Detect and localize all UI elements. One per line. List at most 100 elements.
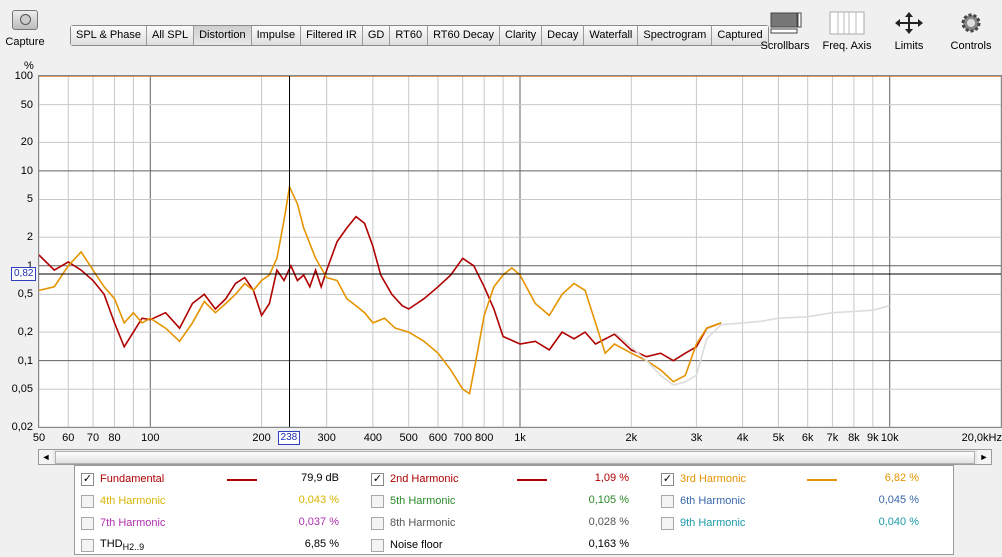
legend-item[interactable]: Noise floor bbox=[371, 534, 443, 556]
x-tick-label: 5k bbox=[772, 432, 785, 444]
tab-impulse[interactable]: Impulse bbox=[251, 26, 302, 45]
horizontal-scrollbar[interactable]: ◄ ► bbox=[38, 449, 992, 465]
y-tick-label: 0,1 bbox=[17, 354, 33, 367]
x-tick-label: 10k bbox=[880, 432, 899, 444]
legend-label: 5th Harmonic bbox=[390, 495, 456, 507]
x-tick-label: 60 bbox=[62, 432, 75, 444]
toolbar-right: Scrollbars Freq. Axis Limits Controls bbox=[754, 10, 1002, 52]
legend-value: 6,82 % bbox=[884, 472, 919, 484]
legend-checkbox[interactable]: ✓ bbox=[81, 472, 94, 486]
legend-checkbox[interactable] bbox=[371, 494, 384, 508]
tab-rt60[interactable]: RT60 bbox=[390, 26, 429, 45]
x-tick-label: 70 bbox=[86, 432, 100, 444]
legend-checkbox[interactable] bbox=[81, 538, 94, 552]
tab-filtered-ir[interactable]: Filtered IR bbox=[301, 26, 363, 45]
legend-value: 0,043 % bbox=[298, 494, 339, 506]
legend-swatch bbox=[807, 479, 837, 481]
tab-decay[interactable]: Decay bbox=[542, 26, 585, 45]
x-tick-label: 2k bbox=[625, 432, 638, 444]
tab-all-spl[interactable]: All SPL bbox=[147, 26, 195, 45]
x-tick-label: 6k bbox=[801, 432, 814, 444]
trace-legend: ✓ Fundamental 79,9 dB ✓ 2nd Harmonic 1,09 % ✓ 3… bbox=[74, 465, 954, 555]
freq-axis-icon bbox=[816, 10, 878, 36]
legend-value: 79,9 dB bbox=[301, 472, 339, 484]
tab-rt60-decay[interactable]: RT60 Decay bbox=[428, 26, 500, 45]
legend-label: Fundamental bbox=[100, 473, 165, 485]
x-tick-label: 300 bbox=[317, 432, 336, 444]
legend-value: 0,028 % bbox=[588, 516, 629, 528]
legend-checkbox[interactable] bbox=[661, 516, 674, 530]
legend-value: 0,163 % bbox=[588, 538, 629, 550]
legend-value: 6,85 % bbox=[304, 538, 339, 550]
x-tick-label: 8k bbox=[848, 432, 860, 444]
legend-item[interactable]: 8th Harmonic bbox=[371, 512, 455, 534]
y-tick-label: 100 bbox=[14, 70, 33, 82]
legend-value: 0,045 % bbox=[878, 494, 919, 506]
x-tick-label: 9k bbox=[866, 432, 879, 444]
legend-item[interactable]: 7th Harmonic bbox=[81, 512, 165, 534]
legend-label: 7th Harmonic bbox=[100, 517, 166, 529]
legend-value: 0,040 % bbox=[878, 516, 919, 528]
y-tick-label: 50 bbox=[20, 98, 33, 111]
graph-tabs: SPL & Phase All SPL Distortion Impulse Filte… bbox=[70, 25, 769, 46]
y-tick-label: 0,2 bbox=[17, 326, 33, 339]
legend-checkbox[interactable]: ✓ bbox=[661, 472, 674, 486]
legend-checkbox[interactable] bbox=[371, 538, 384, 552]
legend-checkbox[interactable] bbox=[371, 516, 384, 530]
legend-item[interactable]: 9th Harmonic bbox=[661, 512, 745, 534]
capture-label: Capture bbox=[5, 36, 45, 48]
legend-checkbox[interactable] bbox=[81, 516, 94, 530]
camera-icon bbox=[12, 10, 38, 30]
controls-button[interactable]: Controls bbox=[940, 10, 1002, 52]
legend-checkbox[interactable] bbox=[81, 494, 94, 508]
tab-spectrogram[interactable]: Spectrogram bbox=[638, 26, 713, 45]
x-tick-label: 20,0kHz bbox=[961, 432, 1002, 444]
tab-distortion[interactable]: Distortion bbox=[194, 26, 252, 45]
series-3rd-harmonic bbox=[38, 184, 722, 395]
legend-item[interactable]: 4th Harmonic bbox=[81, 490, 165, 512]
y-tick-label: 5 bbox=[26, 193, 33, 206]
legend-item[interactable]: 5th Harmonic bbox=[371, 490, 455, 512]
legend-item[interactable]: THDH2..9 bbox=[81, 534, 144, 556]
gear-icon bbox=[940, 10, 1002, 36]
legend-item[interactable]: 6th Harmonic bbox=[661, 490, 745, 512]
legend-checkbox[interactable] bbox=[661, 494, 674, 508]
legend-item[interactable]: ✓ Fundamental bbox=[81, 468, 164, 490]
legend-label: 2nd Harmonic bbox=[390, 473, 459, 485]
freq-axis-button[interactable]: Freq. Axis bbox=[816, 10, 878, 52]
distortion-chart[interactable] bbox=[38, 75, 1002, 428]
tab-waterfall[interactable]: Waterfall bbox=[584, 26, 639, 45]
y-tick-label: 0,5 bbox=[17, 288, 33, 301]
legend-label: 4th Harmonic bbox=[100, 495, 166, 507]
limits-icon bbox=[878, 10, 940, 36]
scroll-right-icon[interactable]: ► bbox=[977, 450, 991, 464]
legend-label: 8th Harmonic bbox=[390, 517, 456, 529]
tab-gd[interactable]: GD bbox=[362, 26, 391, 45]
legend-value: 0,105 % bbox=[588, 494, 629, 506]
legend-label: 9th Harmonic bbox=[680, 517, 746, 529]
legend-item[interactable]: ✓ 3rd Harmonic bbox=[661, 468, 746, 490]
tool-label: Limits bbox=[894, 40, 924, 52]
tool-label: Controls bbox=[950, 40, 992, 52]
legend-swatch bbox=[227, 479, 257, 481]
legend-label: THDH2..9 bbox=[100, 537, 145, 553]
scroll-thumb[interactable] bbox=[55, 451, 975, 464]
x-tick-label: 500 bbox=[399, 432, 418, 444]
scrollbars-button[interactable]: Scrollbars bbox=[754, 10, 816, 52]
x-tick-label: 50 bbox=[32, 432, 46, 444]
x-tick-label: 80 bbox=[108, 432, 121, 444]
tab-clarity[interactable]: Clarity bbox=[500, 26, 543, 45]
capture-button[interactable]: Capture bbox=[4, 10, 46, 48]
tab-spl-phase[interactable]: SPL & Phase bbox=[71, 26, 148, 45]
series-noise-floor bbox=[613, 304, 890, 387]
y-tick-label: 10 bbox=[20, 164, 33, 177]
y-tick-label: 2 bbox=[26, 231, 33, 244]
cursor-y-readout: 0,82 bbox=[11, 266, 37, 281]
legend-checkbox[interactable]: ✓ bbox=[371, 472, 384, 486]
scroll-left-icon[interactable]: ◄ bbox=[39, 450, 53, 464]
limits-button[interactable]: Limits bbox=[878, 10, 940, 52]
y-tick-label: 20 bbox=[20, 136, 33, 149]
legend-item[interactable]: ✓ 2nd Harmonic bbox=[371, 468, 458, 490]
x-tick-label: 700 bbox=[453, 432, 472, 444]
y-tick-label: 0,02 bbox=[11, 421, 33, 433]
